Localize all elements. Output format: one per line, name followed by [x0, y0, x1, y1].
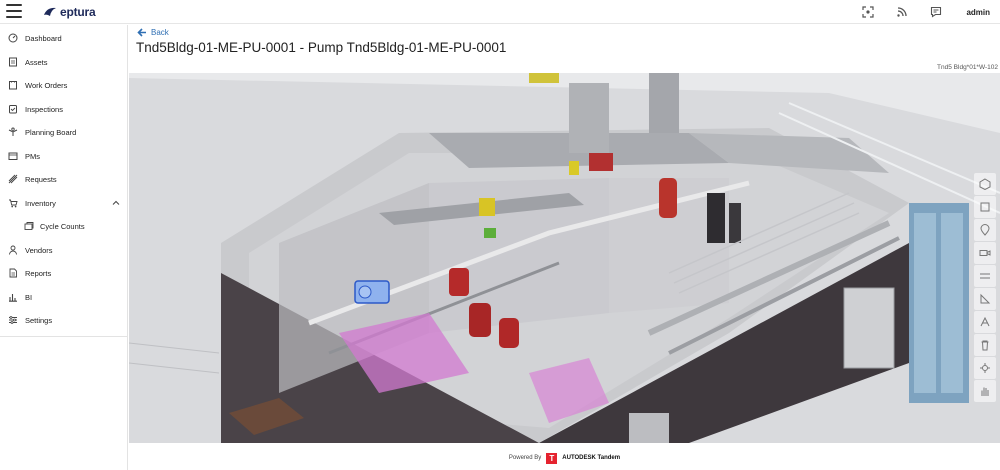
sidebar-item-label: PMs	[25, 151, 40, 161]
section-icon[interactable]	[974, 265, 996, 287]
autodesk-tandem-logo-icon: T	[546, 452, 558, 464]
sidebar-item-dashboard[interactable]: Dashboard	[0, 28, 128, 48]
sidebar-item-vendors[interactable]: Vendors	[0, 240, 128, 260]
sidebar-item-label: Inventory	[25, 198, 56, 208]
sidebar-item-label: Inspections	[25, 104, 63, 114]
model-label: Tnd5 Bldg*01*W-102	[937, 64, 998, 71]
sidebar-item-bi[interactable]: BI	[0, 287, 128, 307]
sidebar-item-label: Settings	[25, 315, 53, 325]
sidebar-item-planning-board[interactable]: Planning Board	[0, 122, 128, 142]
user-menu[interactable]: admin	[966, 8, 990, 17]
assets-icon	[8, 57, 18, 67]
sidebar-divider	[0, 336, 128, 337]
powered-by-label: Powered By	[508, 455, 542, 461]
sidebar: Dashboard Assets Work Orders Inspections…	[0, 25, 128, 470]
cursor-focus-icon[interactable]	[860, 4, 876, 20]
sidebar-item-label: Assets	[25, 57, 48, 67]
sidebar-item-pms[interactable]: PMs	[0, 146, 128, 166]
settings-tool-icon[interactable]	[974, 357, 996, 379]
sidebar-item-reports[interactable]: Reports	[0, 263, 128, 283]
sidebar-item-label: BI	[25, 292, 33, 302]
inspections-icon	[8, 104, 18, 114]
trash-icon[interactable]	[974, 334, 996, 356]
sidebar-item-requests[interactable]: Requests	[0, 169, 128, 189]
rss-feed-icon[interactable]	[894, 4, 910, 20]
sidebar-item-inspections[interactable]: Inspections	[0, 99, 128, 119]
sidebar-item-label: Vendors	[25, 245, 53, 255]
sidebar-item-assets[interactable]: Assets	[0, 52, 128, 72]
measure-icon[interactable]	[974, 288, 996, 310]
sidebar-item-inventory[interactable]: Inventory	[0, 193, 128, 213]
camera-icon[interactable]	[974, 242, 996, 264]
sidebar-item-label: Dashboard	[25, 33, 62, 43]
back-label: Back	[151, 28, 169, 37]
sidebar-item-label: Reports	[25, 268, 52, 278]
pin-icon[interactable]	[974, 219, 996, 241]
vendors-icon	[8, 245, 18, 255]
hand-icon[interactable]	[974, 380, 996, 402]
chat-icon[interactable]	[928, 4, 944, 20]
sidebar-item-cycle-counts[interactable]: Cycle Counts	[0, 216, 128, 236]
bi-icon	[8, 292, 18, 302]
sidebar-item-label: Planning Board	[25, 127, 77, 137]
top-bar: eptura admin	[0, 0, 1000, 24]
main-content: Back Tnd5Bldg-01-ME-PU-0001 - Pump Tnd5B…	[129, 25, 1000, 470]
sidebar-item-work-orders[interactable]: Work Orders	[0, 75, 128, 95]
planning-icon	[8, 127, 18, 137]
page-title: Tnd5Bldg-01-ME-PU-0001 - Pump Tnd5Bldg-0…	[136, 40, 507, 55]
powered-by-footer: Powered By T AUTODESK Tandem	[129, 446, 1000, 470]
dashboard-icon	[8, 33, 18, 43]
requests-icon	[8, 174, 18, 184]
sidebar-item-label: Work Orders	[25, 80, 68, 90]
back-link[interactable]: Back	[137, 28, 169, 37]
reports-icon	[8, 268, 18, 278]
brand-name: eptura	[60, 5, 96, 19]
arrow-left-icon	[137, 28, 146, 37]
home-cube-icon[interactable]	[974, 173, 996, 195]
settings-icon	[8, 315, 18, 325]
menu-icon[interactable]	[6, 4, 22, 18]
building-model-render[interactable]	[129, 73, 1000, 443]
cycle-counts-icon	[24, 221, 34, 231]
3d-model-viewer[interactable]	[129, 73, 1000, 443]
box-icon[interactable]	[974, 196, 996, 218]
sidebar-item-label: Cycle Counts	[40, 221, 85, 231]
text-icon[interactable]	[974, 311, 996, 333]
header-actions: admin	[860, 0, 1000, 24]
eptura-logo-icon	[44, 7, 56, 16]
inventory-icon	[8, 198, 18, 208]
pms-icon	[8, 151, 18, 161]
autodesk-tandem-brand: AUTODESK Tandem	[562, 455, 621, 461]
work-orders-icon	[8, 80, 18, 90]
viewer-toolbar	[974, 173, 998, 403]
sidebar-item-settings[interactable]: Settings	[0, 310, 128, 330]
sidebar-item-label: Requests	[25, 174, 57, 184]
app-logo[interactable]: eptura	[43, 5, 96, 19]
chevron-up-icon[interactable]	[112, 199, 120, 207]
